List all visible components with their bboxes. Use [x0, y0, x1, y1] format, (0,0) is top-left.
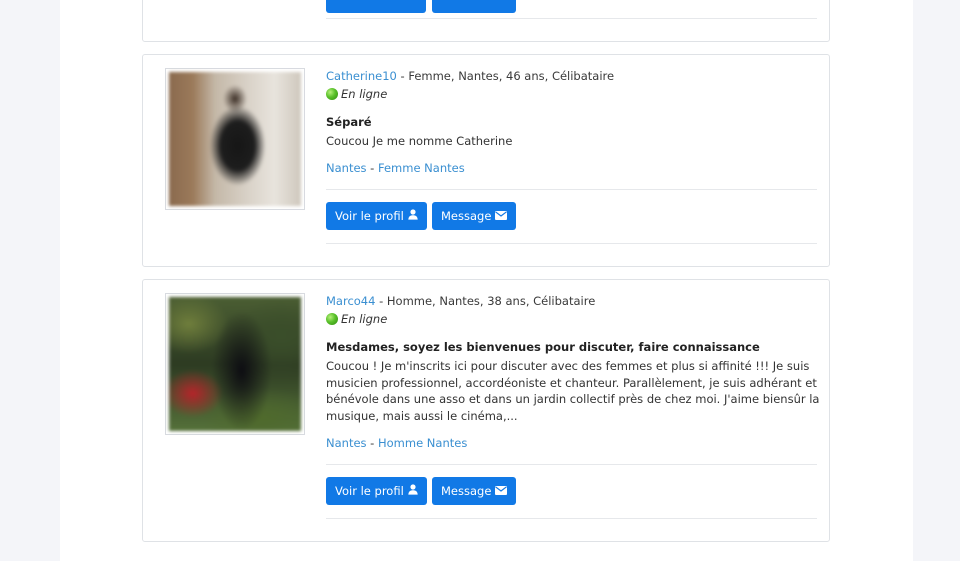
- profile-card: Marco44 - Homme, Nantes, 38 ans, Célibat…: [142, 279, 830, 542]
- username-link[interactable]: Catherine10: [326, 69, 397, 83]
- location-separator: -: [366, 161, 378, 175]
- online-dot-icon: [326, 88, 338, 100]
- message-button-label: Message: [441, 209, 492, 223]
- profile-summary: Catherine10 - Femme, Nantes, 46 ans, Cél…: [326, 69, 614, 83]
- online-status-label: En ligne: [341, 312, 388, 326]
- profile-photo[interactable]: [165, 293, 305, 435]
- profile-card: Catherine10 - Femme, Nantes, 46 ans, Cél…: [142, 54, 830, 267]
- profile-photo[interactable]: [165, 68, 305, 210]
- divider: [326, 189, 817, 190]
- online-dot-icon: [326, 313, 338, 325]
- category-link[interactable]: Homme Nantes: [378, 436, 467, 450]
- divider: [326, 18, 817, 19]
- online-status: En ligne: [326, 312, 387, 326]
- view-profile-button[interactable]: Voir le profil: [326, 202, 427, 230]
- category-link[interactable]: Femme Nantes: [378, 161, 465, 175]
- message-button-label: Message: [441, 484, 492, 498]
- view-profile-button-partial[interactable]: [326, 0, 426, 13]
- view-profile-button[interactable]: Voir le profil: [326, 477, 427, 505]
- profile-headline: Mesdames, soyez les bienvenues pour disc…: [326, 340, 760, 354]
- profile-summary: Marco44 - Homme, Nantes, 38 ans, Célibat…: [326, 294, 595, 308]
- envelope-icon: [495, 484, 508, 498]
- username-link[interactable]: Marco44: [326, 294, 375, 308]
- message-button[interactable]: Message: [432, 477, 517, 505]
- user-icon: [408, 484, 418, 498]
- envelope-icon: [495, 209, 508, 223]
- profile-card-partial: [142, 0, 830, 42]
- profile-description: Coucou ! Je m'inscrits ici pour discuter…: [326, 359, 820, 423]
- profile-description: Coucou Je me nomme Catherine: [326, 134, 513, 148]
- location-separator: -: [366, 436, 378, 450]
- online-status: En ligne: [326, 87, 387, 101]
- city-link[interactable]: Nantes: [326, 161, 367, 175]
- profile-photo-image: [169, 297, 301, 431]
- view-profile-button-label: Voir le profil: [335, 209, 404, 223]
- location-links: Nantes - Femme Nantes: [326, 161, 465, 175]
- message-button-partial[interactable]: [432, 0, 516, 13]
- message-button[interactable]: Message: [432, 202, 517, 230]
- online-status-label: En ligne: [341, 87, 388, 101]
- profile-photo-image: [169, 72, 301, 206]
- city-link[interactable]: Nantes: [326, 436, 367, 450]
- profile-headline: Séparé: [326, 115, 372, 129]
- divider: [326, 464, 817, 465]
- profile-details: - Homme, Nantes, 38 ans, Célibataire: [375, 294, 596, 308]
- divider: [326, 518, 817, 519]
- profile-details: - Femme, Nantes, 46 ans, Célibataire: [396, 69, 615, 83]
- view-profile-button-label: Voir le profil: [335, 484, 404, 498]
- user-icon: [408, 209, 418, 223]
- location-links: Nantes - Homme Nantes: [326, 436, 467, 450]
- divider: [326, 243, 817, 244]
